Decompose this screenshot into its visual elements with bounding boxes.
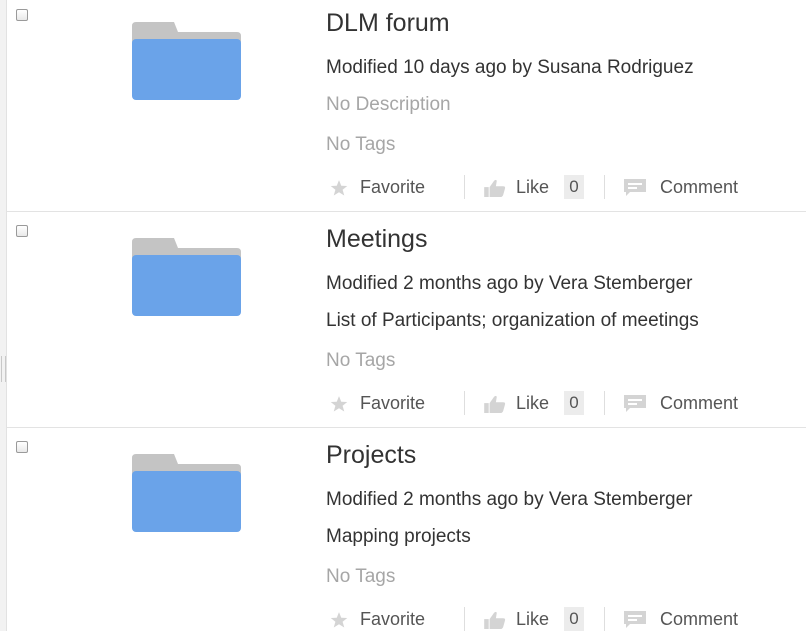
action-separator: [604, 607, 605, 631]
row-select-checkbox[interactable]: [16, 441, 28, 453]
resize-handle[interactable]: [1, 356, 6, 382]
thumbs-up-icon: [484, 395, 506, 413]
list-item: DLM forum Modified 10 days ago by Susana…: [7, 0, 806, 212]
folder-name-link[interactable]: Projects: [326, 440, 416, 470]
favorite-label: Favorite: [360, 393, 426, 413]
folder-description: Mapping projects: [326, 526, 471, 547]
folder-details: DLM forum Modified 10 days ago by Susana…: [326, 0, 806, 212]
like-count: 0: [564, 175, 584, 199]
comment-icon: [624, 611, 646, 628]
folder-details: Meetings Modified 2 months ago by Vera S…: [326, 216, 806, 428]
folder-icon[interactable]: [132, 22, 241, 100]
folder-icon[interactable]: [132, 454, 241, 532]
folder-actions: Favorite Like 0 Comment: [326, 172, 806, 202]
list-item: Meetings Modified 2 months ago by Vera S…: [7, 216, 806, 428]
thumbs-up-icon: [484, 611, 506, 629]
modified-info: Modified 2 months ago by Vera Stemberger: [326, 489, 693, 510]
folder-icon[interactable]: [132, 238, 241, 316]
action-separator: [604, 175, 605, 199]
side-panel-edge: [0, 0, 7, 631]
comment-label: Comment: [660, 177, 739, 197]
star-icon: [330, 180, 348, 196]
comment-label: Comment: [660, 393, 739, 413]
star-icon: [330, 612, 348, 628]
action-separator: [604, 391, 605, 415]
comment-icon: [624, 179, 646, 196]
document-library-view: DLM forum Modified 10 days ago by Susana…: [0, 0, 806, 631]
star-icon: [330, 396, 348, 412]
comment-icon: [624, 395, 646, 412]
folder-details: Projects Modified 2 months ago by Vera S…: [326, 432, 806, 631]
action-separator: [464, 607, 465, 631]
folder-list: DLM forum Modified 10 days ago by Susana…: [7, 0, 806, 631]
folder-name-link[interactable]: Meetings: [326, 224, 427, 254]
like-label: Like: [516, 393, 550, 413]
like-count: 0: [564, 391, 584, 415]
like-count: 0: [564, 607, 584, 631]
action-separator: [464, 391, 465, 415]
like-label: Like: [516, 609, 550, 629]
row-select-checkbox[interactable]: [16, 225, 28, 237]
action-separator: [464, 175, 465, 199]
folder-tags: No Tags: [326, 566, 396, 587]
thumbs-up-icon: [484, 179, 506, 197]
folder-description: No Description: [326, 94, 451, 115]
favorite-label: Favorite: [360, 609, 426, 629]
folder-tags: No Tags: [326, 350, 396, 371]
comment-label: Comment: [660, 609, 739, 629]
folder-name-link[interactable]: DLM forum: [326, 8, 450, 38]
favorite-label: Favorite: [360, 177, 426, 197]
modified-info: Modified 2 months ago by Vera Stemberger: [326, 273, 693, 294]
folder-description: List of Participants; organization of me…: [326, 310, 699, 331]
list-item: Projects Modified 2 months ago by Vera S…: [7, 432, 806, 631]
folder-tags: No Tags: [326, 134, 396, 155]
modified-info: Modified 10 days ago by Susana Rodriguez: [326, 57, 694, 78]
folder-actions: Favorite Like 0 Comment: [326, 604, 806, 631]
row-select-checkbox[interactable]: [16, 9, 28, 21]
folder-actions: Favorite Like 0 Comment: [326, 388, 806, 418]
like-label: Like: [516, 177, 550, 197]
